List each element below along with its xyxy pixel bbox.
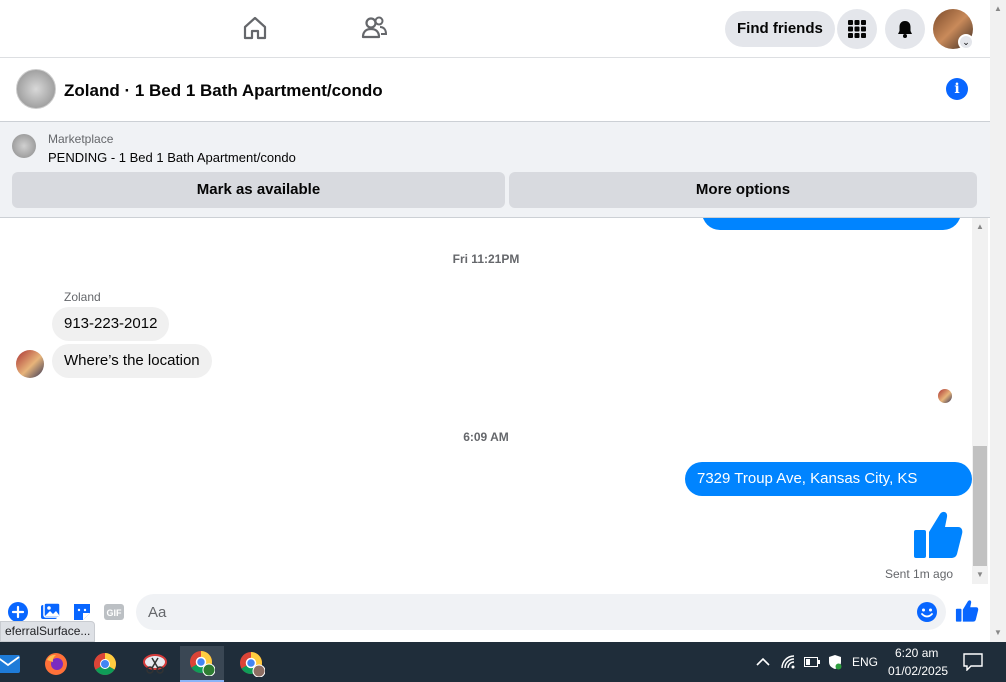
incoming-message[interactable]: Where’s the location [52,344,212,378]
battery-icon[interactable] [804,657,820,667]
listing-status: PENDING - 1 Bed 1 Bath Apartment/condo [48,150,296,165]
wifi-icon[interactable] [780,654,796,670]
chrome-icon [94,653,116,675]
scroll-up-arrow[interactable]: ▲ [976,222,984,231]
sender-avatar[interactable] [16,350,44,378]
chrome-profile-icon [190,651,215,676]
chrome-profile-icon [240,652,265,677]
clock-date[interactable]: 01/02/2025 [888,664,948,678]
bell-icon [898,21,912,38]
sent-status: Sent 1m ago [885,567,954,581]
scrollbar-thumb[interactable] [973,446,987,566]
language-indicator[interactable]: ENG [852,655,878,669]
chat-header: Zoland · 1 Bed 1 Bath Apartment/condo i [0,58,990,122]
emoji-icon[interactable] [916,601,938,623]
taskbar-firefox[interactable] [34,646,78,682]
chevron-down-icon[interactable]: ⌄ [958,34,974,50]
outgoing-message[interactable]: 7329 Troup Ave, Kansas City, KS 66112 [685,462,972,521]
photo-icon[interactable] [39,601,61,623]
taskbar-snipping-tool[interactable] [133,646,177,682]
scroll-down-arrow[interactable]: ▼ [976,570,984,579]
listing-thumbnail[interactable] [16,69,56,109]
page-scrollbar[interactable]: ▲ ▼ [990,0,1006,642]
taskbar-mail[interactable] [0,646,30,682]
status-bar-tooltip: eferralSurface... [0,621,96,642]
page-scroll-up-arrow[interactable]: ▲ [994,4,1002,13]
marketplace-panel: Marketplace PENDING - 1 Bed 1 Bath Apart… [0,122,990,218]
messenger-window: Find friends ⌄ Zoland · 1 Bed 1 Bath Apa… [0,0,1006,682]
top-navigation: Find friends ⌄ [0,0,990,58]
gif-icon[interactable]: GIF [103,601,125,623]
message-composer: GIF [0,584,990,642]
message-timestamp: Fri 11:21PM [452,252,520,266]
notifications-button[interactable] [885,9,925,49]
sender-name: Zoland [64,290,101,304]
incoming-message[interactable]: 913-223-2012 [52,307,170,341]
notifications-center-icon[interactable] [963,653,983,671]
conversation-title[interactable]: Zoland · 1 Bed 1 Bath Apartment/condo [64,81,383,101]
message-timestamp: 6:09 AM [463,430,509,444]
message-list[interactable]: Fri 11:21PM Zoland 913-223-2012 Where’s … [0,218,972,584]
taskbar: ENG 6:20 am 01/02/2025 [0,642,1006,682]
taskbar-chrome-profile-active[interactable] [180,646,224,682]
marketplace-thumbnail [12,134,36,158]
outgoing-message-partial[interactable] [702,218,961,230]
mail-icon [0,655,20,673]
taskbar-chrome-profile[interactable] [230,646,274,682]
find-friends-button[interactable]: Find friends [725,11,835,47]
sticker-icon[interactable] [71,601,93,623]
page-scroll-down-arrow[interactable]: ▼ [994,628,1002,637]
message-scrollbar[interactable]: ▲ ▼ [972,218,988,584]
clock-time[interactable]: 6:20 am [895,646,938,660]
message-input[interactable] [136,594,946,630]
svg-text:GIF: GIF [107,608,123,618]
marketplace-label: Marketplace [48,132,114,146]
snipping-tool-icon [143,654,167,674]
like-button-icon[interactable] [955,599,979,623]
home-icon[interactable] [241,14,269,42]
friends-icon[interactable] [360,14,388,42]
seen-indicator-avatar [938,389,952,403]
security-shield-icon[interactable] [828,654,842,670]
thumbs-up-sticker-icon[interactable] [912,510,964,560]
firefox-icon [45,653,67,675]
menu-button[interactable] [837,9,877,49]
more-options-button[interactable]: More options [509,172,977,208]
taskbar-chrome[interactable] [83,646,127,682]
mark-as-available-button[interactable]: Mark as available [12,172,505,208]
chevron-up-icon[interactable] [756,657,770,667]
grid-menu-icon [848,20,866,38]
info-icon[interactable]: i [946,78,968,100]
plus-icon[interactable] [7,601,29,623]
